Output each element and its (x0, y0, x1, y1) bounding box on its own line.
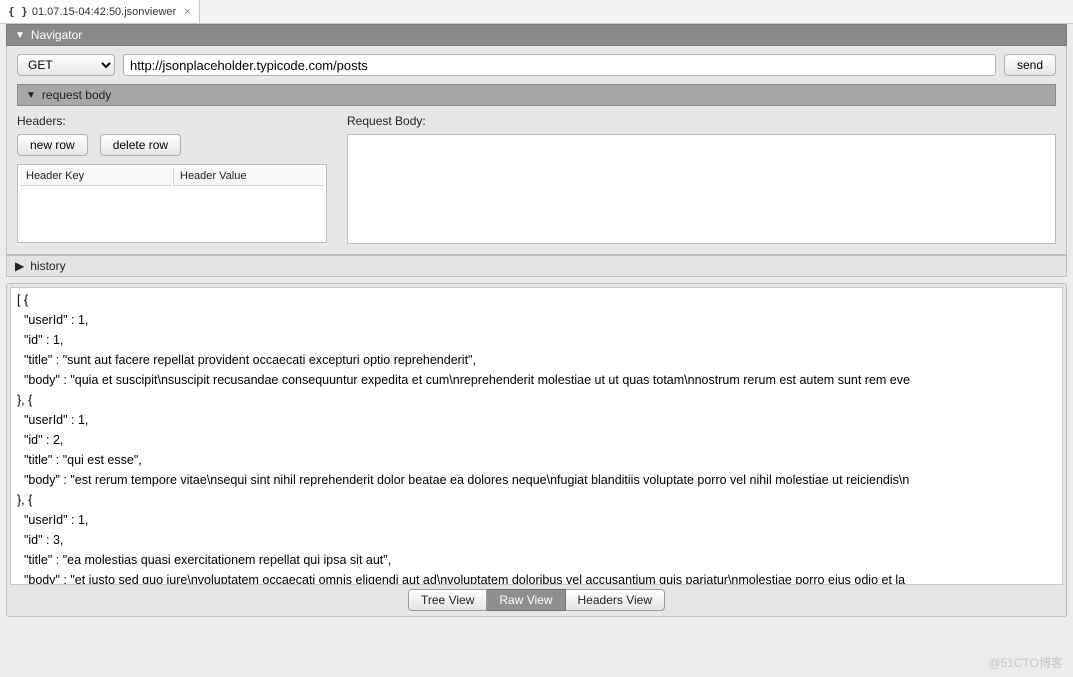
watermark: @51CTO博客 (988, 654, 1063, 671)
new-row-button[interactable]: new row (17, 134, 88, 156)
tab-raw-view[interactable]: Raw View (487, 589, 565, 611)
url-input[interactable] (123, 54, 996, 76)
request-body-label: Request Body: (347, 114, 1056, 128)
file-tab[interactable]: { } 01.07.15-04:42:50.jsonviewer × (0, 0, 200, 23)
response-panel: [ { "userId" : 1, "id" : 1, "title" : "s… (6, 283, 1067, 617)
header-key-column: Header Key (20, 167, 171, 186)
header-value-column: Header Value (173, 167, 324, 186)
history-header[interactable]: ▶ history (6, 255, 1067, 277)
window-tabbar: { } 01.07.15-04:42:50.jsonviewer × (0, 0, 1073, 24)
navigator-title: Navigator (31, 28, 82, 42)
chevron-right-icon: ▶ (15, 259, 24, 273)
headers-table[interactable]: Header Key Header Value (17, 164, 327, 243)
tab-tree-view[interactable]: Tree View (408, 589, 487, 611)
navigator-body: GET send ▼ request body Headers: new row… (6, 46, 1067, 255)
chevron-down-icon: ▼ (15, 30, 25, 41)
delete-row-button[interactable]: delete row (100, 134, 181, 156)
json-icon: { } (8, 5, 28, 18)
file-tab-title: 01.07.15-04:42:50.jsonviewer (32, 6, 176, 18)
close-icon[interactable]: × (184, 6, 190, 18)
tab-headers-view[interactable]: Headers View (566, 589, 665, 611)
chevron-down-icon: ▼ (26, 90, 36, 101)
send-button[interactable]: send (1004, 54, 1056, 76)
view-tabs: Tree View Raw View Headers View (10, 585, 1063, 613)
request-body-title: request body (42, 88, 111, 102)
navigator-header[interactable]: ▼ Navigator (6, 24, 1067, 46)
http-method-select[interactable]: GET (17, 54, 115, 76)
request-body-input[interactable] (347, 134, 1056, 244)
headers-label: Headers: (17, 114, 327, 128)
response-raw-view[interactable]: [ { "userId" : 1, "id" : 1, "title" : "s… (10, 287, 1063, 585)
history-title: history (30, 259, 65, 273)
request-body-header[interactable]: ▼ request body (17, 84, 1056, 106)
